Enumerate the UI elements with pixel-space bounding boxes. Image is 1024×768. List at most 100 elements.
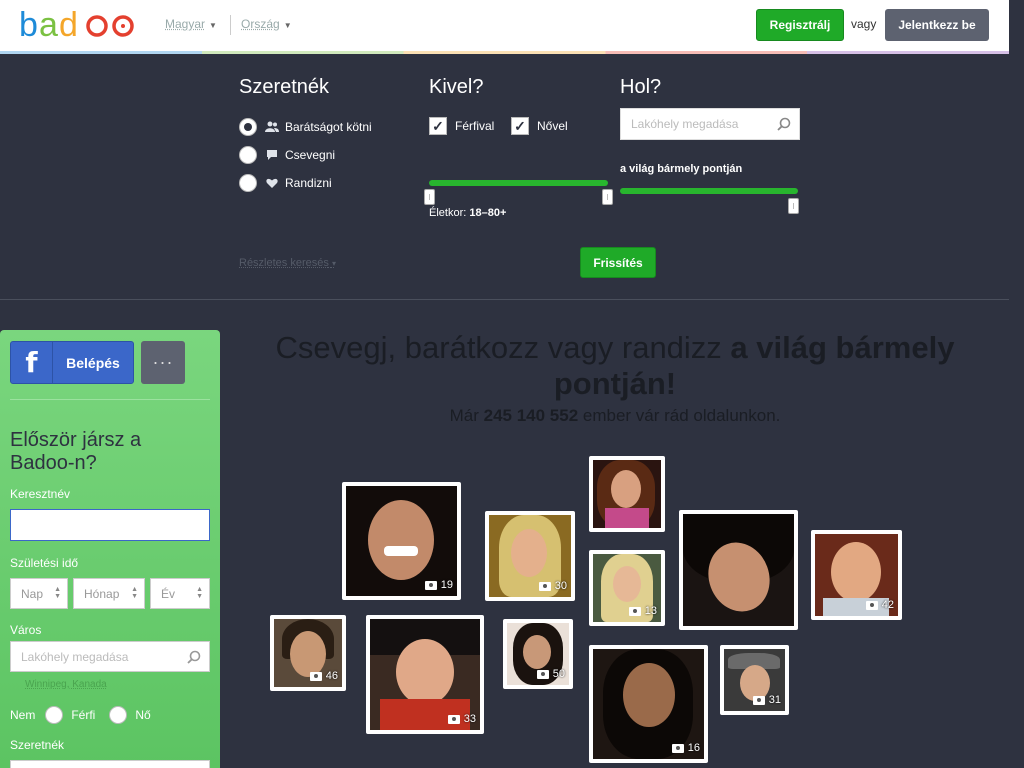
signup-title: Először jársz a Badoo-n? <box>10 429 142 474</box>
profile-photo[interactable] <box>589 456 665 532</box>
register-button[interactable]: Regisztrálj <box>756 9 844 41</box>
select-arrows-icon: ▲ ▼ <box>131 586 138 600</box>
profile-photo[interactable] <box>679 510 798 630</box>
city-label: Város <box>10 623 42 637</box>
year-select-value: Év <box>161 587 176 601</box>
profile-photo[interactable]: 42 <box>811 530 902 620</box>
refresh-button[interactable]: Frissítés <box>580 247 656 278</box>
age-slider-track[interactable] <box>429 180 608 186</box>
camera-icon <box>671 743 684 753</box>
camera-icon <box>865 600 878 610</box>
city-input[interactable]: Lakóhely megadása <box>10 641 210 672</box>
photo-count: 33 <box>447 713 476 725</box>
member-count-prefix: Már <box>449 406 484 425</box>
location-input[interactable]: Lakóhely megadása <box>620 108 800 140</box>
sex-selector: Nem Férfi Nő <box>10 706 151 724</box>
photo-count-value: 30 <box>554 580 567 592</box>
camera-icon <box>447 714 460 724</box>
radio-button[interactable] <box>239 174 257 192</box>
sex-label: Nem <box>10 708 36 722</box>
caret-down-icon: ▼ <box>283 21 292 30</box>
language-selector[interactable]: Magyar ▼ <box>165 17 217 31</box>
profile-photo[interactable]: 16 <box>589 645 708 763</box>
day-select-value: Nap <box>21 587 44 601</box>
year-select[interactable]: Év ▲ ▼ <box>150 578 210 609</box>
want-option-date[interactable]: Randizni <box>239 174 332 192</box>
age-label: Életkor: 18–80+ <box>429 207 506 219</box>
distance-slider-track[interactable] <box>620 188 798 194</box>
country-label: Ország <box>241 17 280 31</box>
chat-bubble-icon <box>265 148 279 162</box>
radio-button[interactable] <box>239 118 257 136</box>
photo-count: 42 <box>865 599 894 611</box>
divider <box>10 399 210 400</box>
age-slider-max-handle[interactable] <box>602 189 613 205</box>
search-icon[interactable] <box>777 117 791 131</box>
country-selector[interactable]: Ország ▼ <box>241 17 292 31</box>
svg-text:a: a <box>39 6 58 44</box>
member-count: 245 140 552 <box>483 406 579 425</box>
age-slider-min-handle[interactable] <box>424 189 435 205</box>
want-option-label: Csevegni <box>285 148 336 162</box>
photo-count-value: 50 <box>552 668 565 680</box>
month-select-value: Hónap <box>84 587 120 601</box>
first-name-input[interactable] <box>10 509 210 541</box>
male-radio[interactable] <box>45 706 64 724</box>
photo-count: 31 <box>752 694 781 706</box>
camera-icon <box>752 695 765 705</box>
heart-icon <box>265 176 279 190</box>
photo-count: 30 <box>538 580 567 592</box>
photo-image <box>593 460 661 528</box>
want-option-label: Randizni <box>285 176 332 190</box>
header-divider <box>230 15 231 35</box>
profile-photo[interactable]: 31 <box>720 645 789 715</box>
svg-text:d: d <box>59 6 78 44</box>
want-select[interactable] <box>10 760 210 768</box>
select-arrows-icon: ▲ ▼ <box>54 586 61 600</box>
month-select[interactable]: Hónap ▲ ▼ <box>73 578 145 609</box>
hero-title: Csevegj, barátkozz vagy randizz a világ … <box>230 330 1000 402</box>
camera-icon <box>536 669 549 679</box>
who-title: Kivel? <box>429 76 484 98</box>
distance-label: a világ bármely pontján <box>620 163 743 175</box>
checkbox-checked[interactable]: ✓ <box>429 117 447 135</box>
more-options-button[interactable]: ··· <box>141 341 185 384</box>
want-option-friends[interactable]: Barátságot kötni <box>239 118 372 136</box>
camera-icon <box>424 580 437 590</box>
checkbox-checked[interactable]: ✓ <box>511 117 529 135</box>
age-prefix: Életkor: <box>429 207 467 219</box>
camera-icon <box>309 671 322 681</box>
camera-icon <box>628 606 641 616</box>
profile-photo[interactable]: 30 <box>485 511 575 601</box>
badoo-logo[interactable]: b a d <box>19 6 139 46</box>
profile-photo[interactable]: 50 <box>503 619 573 689</box>
language-label: Magyar <box>165 17 206 31</box>
photo-count-value: 13 <box>644 605 657 617</box>
female-radio[interactable] <box>109 706 128 724</box>
login-button[interactable]: Jelentkezz be <box>885 9 989 41</box>
people-icon <box>265 120 279 134</box>
profile-photo[interactable]: 13 <box>589 550 665 626</box>
want-label: Szeretnék <box>10 738 65 752</box>
city-suggestion-link[interactable]: Winnipeg, Kanada <box>25 679 107 690</box>
svg-text:b: b <box>19 6 38 44</box>
advanced-search-link[interactable]: Részletes keresés ▾ <box>239 257 336 269</box>
facebook-login-button[interactable]: f Belépés <box>10 341 134 384</box>
profile-photo[interactable]: 46 <box>270 615 346 691</box>
distance-slider-handle[interactable] <box>788 198 799 214</box>
first-name-label: Keresztnév <box>10 487 71 501</box>
day-select[interactable]: Nap ▲ ▼ <box>10 578 68 609</box>
member-count-text: Már 245 140 552 ember vár rád oldalunkon… <box>230 406 1000 426</box>
birth-date-label: Születési idő <box>10 556 79 570</box>
want-option-chat[interactable]: Csevegni <box>239 146 335 164</box>
who-option-label: Férfival <box>455 119 495 133</box>
who-option-female[interactable]: ✓ Nővel <box>511 117 568 135</box>
location-placeholder: Lakóhely megadása <box>631 117 739 131</box>
profile-photo[interactable]: 33 <box>366 615 484 734</box>
who-option-male[interactable]: ✓ Férfival <box>429 117 494 135</box>
search-panel: Szeretnék Barátságot kötni Csevegni Rand… <box>0 54 1009 300</box>
search-icon[interactable] <box>187 650 201 664</box>
want-title: Szeretnék <box>239 76 330 98</box>
radio-button[interactable] <box>239 146 257 164</box>
profile-photo[interactable]: 19 <box>342 482 461 600</box>
